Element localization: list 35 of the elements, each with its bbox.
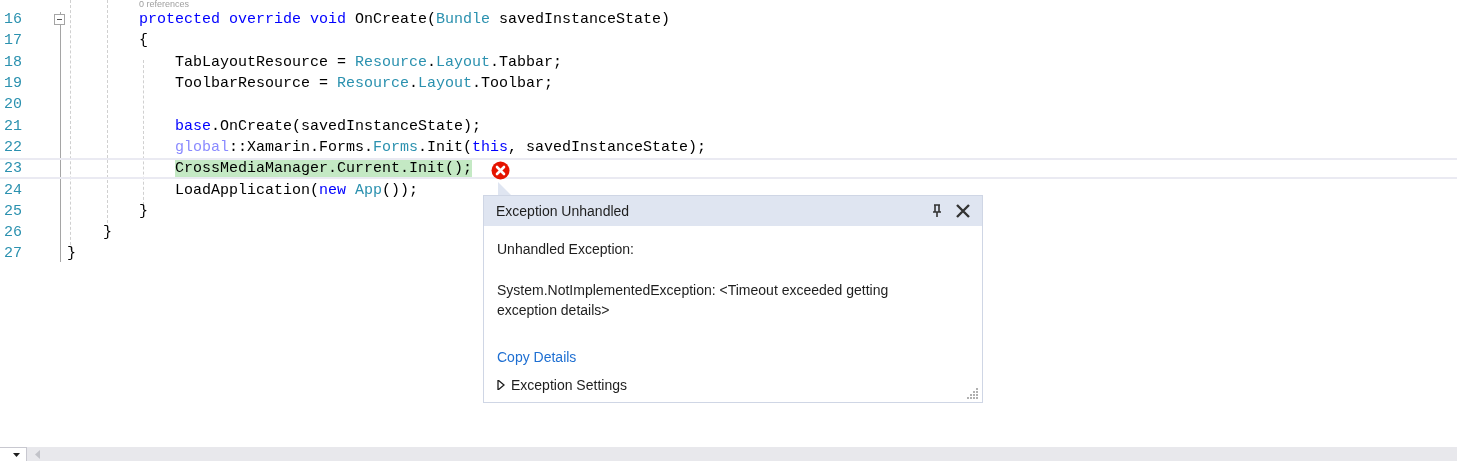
code-line: }: [67, 244, 76, 265]
code-line: protected override void OnCreate(Bundle savedInstanceState): [139, 10, 671, 31]
popup-title: Exception Unhandled: [496, 201, 631, 221]
code-line: base.OnCreate(savedInstanceState);: [175, 116, 482, 137]
line-number: 26: [3, 223, 22, 244]
line-number: 23: [3, 159, 22, 180]
code-line: ToolbarResource = Resource.Layout.Toolbar;: [175, 74, 554, 95]
resize-grip-icon[interactable]: [967, 387, 979, 399]
collapse-icon[interactable]: [54, 14, 65, 25]
error-icon: [491, 161, 510, 180]
code-line: {: [139, 31, 148, 52]
line-number: 21: [3, 116, 22, 137]
line-number: 20: [3, 95, 22, 116]
exception-heading: Unhandled Exception:: [497, 240, 634, 259]
close-icon[interactable]: [956, 204, 970, 218]
code-line: TabLayoutResource = Resource.Layout.Tabbar;: [175, 52, 563, 73]
line-number: 18: [3, 52, 22, 73]
line-number: 19: [3, 74, 22, 95]
exception-message: System.NotImplementedException: <Timeout exceeded getting exception details>: [497, 281, 890, 320]
line-number: 27: [3, 244, 22, 265]
zoom-dropdown[interactable]: [0, 447, 27, 461]
code-lens[interactable]: 0 references: [139, 0, 190, 9]
caret-icon: [13, 452, 20, 457]
code-line: global::Xamarin.Forms.Forms.Init(this, savedInstanceState);: [175, 137, 707, 158]
code-line: }: [139, 201, 148, 222]
line-number: 25: [3, 201, 22, 222]
line-number: 17: [3, 31, 22, 52]
line-number: 24: [3, 180, 22, 201]
code-line: }: [103, 223, 112, 244]
line-number: 16: [3, 10, 22, 31]
exception-settings-expander[interactable]: Exception Settings: [497, 375, 627, 395]
code-line: LoadApplication(new App());: [175, 180, 419, 201]
copy-details-link[interactable]: Copy Details: [497, 347, 577, 367]
pin-icon[interactable]: [932, 204, 942, 218]
line-number: 22: [3, 137, 22, 158]
